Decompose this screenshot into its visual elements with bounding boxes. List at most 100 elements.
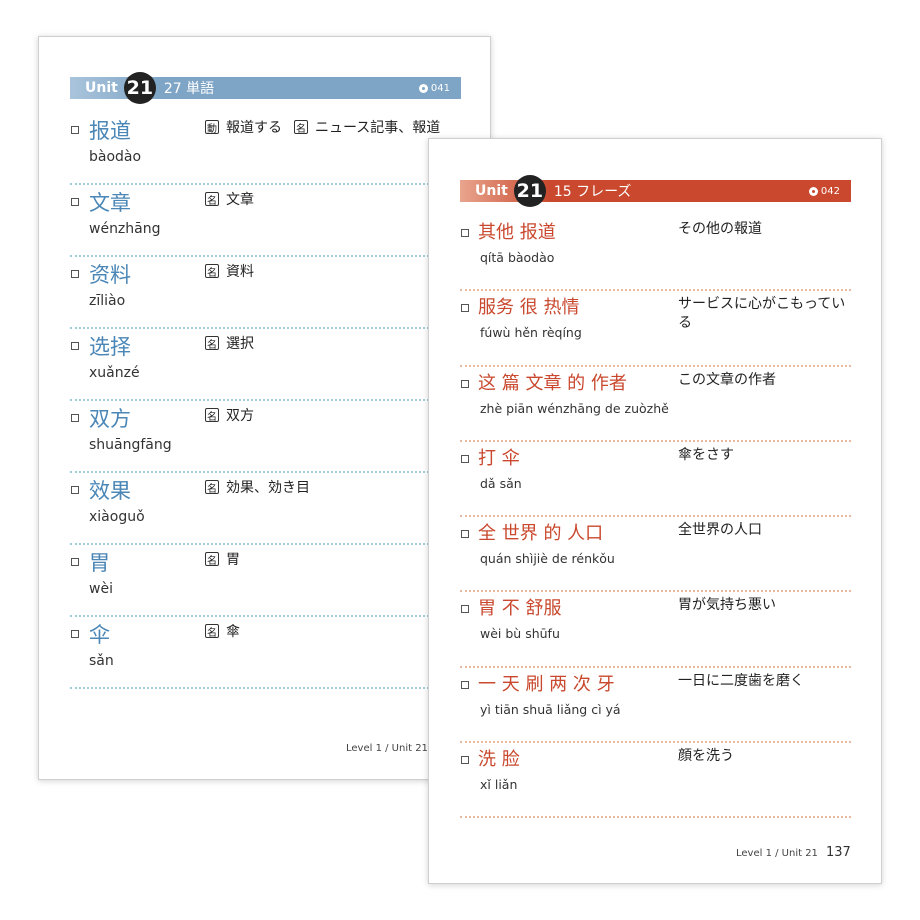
checkbox-icon[interactable] [71,198,79,206]
pinyin: wénzhāng [89,221,161,237]
chinese-phrase: 全 世界 的 人口 [478,523,604,545]
meaning-text: 文章 [226,192,254,208]
track-number: 042 [820,185,840,197]
checkbox-icon[interactable] [461,605,469,614]
meaning: 名 資料 [205,261,254,281]
pinyin: wèi bù shūfu [480,626,560,642]
meaning: 名 選択 [205,333,254,353]
checkbox-icon[interactable] [461,229,469,237]
checkbox-icon[interactable] [461,756,469,765]
checkbox-icon[interactable] [71,630,79,638]
chinese-word: 报道 [89,119,131,143]
pinyin: zhè piān wénzhāng de zuòzhě [480,400,669,416]
pinyin: xuǎnzé [89,365,140,381]
chinese-phrase: 一 天 刷 两 次 牙 [478,673,615,695]
list-item: 文章 wénzhāng 名 文章 [70,185,461,257]
meaning-text: 全世界の人口 [678,522,762,539]
list-item: 报道 bàodào 動 報道する 名 ニュース記事、報道 [70,113,461,185]
list-item: 胃 wèi 名 胃 [70,545,461,617]
checkbox-icon[interactable] [71,342,79,350]
meaning-text: 資料 [226,264,254,280]
meaning-text: 傘をさす [678,446,734,463]
part-of-speech-badge: 名 [205,408,219,423]
vocabulary-page: Unit 21 27 単語 041 报道 bàodào 動 報道する 名 ニュー… [38,36,491,780]
chinese-phrase: 这 篇 文章 的 作者 [478,372,627,394]
meaning-text: 一日に二度歯を磨く [678,672,804,689]
checkbox-icon[interactable] [461,680,469,689]
checkbox-icon[interactable] [461,379,469,388]
list-item: 一 天 刷 两 次 牙 yì tiān shuā liǎng cì yá 一日に… [460,668,851,744]
unit-header-bar: Unit 21 27 単語 041 [70,72,461,104]
checkbox-icon[interactable] [71,558,79,566]
chinese-word: 伞 [89,623,110,647]
unit-label: Unit [85,80,118,96]
pinyin: xǐ liǎn [480,777,518,793]
pinyin: sǎn [89,653,114,669]
list-item: 其他 报道 qítā bàodào その他の報道 [460,216,851,292]
chinese-word: 双方 [89,407,131,431]
track-number: 041 [430,82,450,94]
footer-label: Level 1 / Unit 21 [736,848,818,859]
list-item: 双方 shuāngfāng 名 双方 [70,401,461,473]
meaning-text: その他の報道 [678,221,762,237]
chinese-word: 文章 [89,191,131,215]
pinyin: wèi [89,581,113,597]
checkbox-icon[interactable] [461,454,469,463]
checkbox-icon[interactable] [71,126,79,134]
list-item: 资料 zīliào 名 資料 [70,257,461,329]
section-title: 27 単語 [163,81,215,97]
meaning-text: 胃が気持ち悪い [678,597,776,614]
meaning-text: ニュース記事、報道 [315,120,441,136]
checkbox-icon[interactable] [461,530,469,539]
list-item: 全 世界 的 人口 quán shìjiè de rénkǒu 全世界の人口 [460,517,851,593]
vocabulary-list: 报道 bàodào 動 報道する 名 ニュース記事、報道 文章 wénzhāng… [70,113,461,689]
part-of-speech-badge: 名 [205,192,219,207]
meaning: 名 傘 [205,621,240,641]
meaning-text: 顔を洗う [678,748,734,765]
list-item: 打 伞 dǎ sǎn 傘をさす [460,442,851,518]
meaning: 動 報道する 名 ニュース記事、報道 [205,117,440,137]
page-footer: Level 1 / Unit 21 [346,743,428,754]
page-number: 137 [825,845,851,860]
phrases-page: Unit 21 15 フレーズ 042 其他 报道 qítā bàodào その… [428,138,882,884]
pinyin: quán shìjiè de rénkǒu [480,551,615,567]
part-of-speech-badge: 名 [205,552,219,567]
chinese-phrase: 胃 不 舒服 [478,598,562,620]
audio-track: 042 [808,180,840,202]
audio-cd-icon [808,186,818,196]
pinyin: bàodào [89,149,142,165]
checkbox-icon[interactable] [71,414,79,422]
audio-track: 041 [418,77,450,99]
list-item: 效果 xiàoguǒ 名 効果、効き目 [70,473,461,545]
meaning-text: 選択 [226,336,254,352]
list-item: 伞 sǎn 名 傘 [70,617,461,689]
unit-number-badge: 21 [513,175,546,207]
pinyin: zīliào [89,293,126,309]
section-title: 15 フレーズ [553,184,632,200]
pinyin: qítā bàodào [480,250,555,265]
part-of-speech-badge: 名 [294,120,308,135]
list-item: 选择 xuǎnzé 名 選択 [70,329,461,401]
meaning: 名 文章 [205,189,254,209]
chinese-word: 胃 [89,551,110,575]
chinese-phrase: 打 伞 [478,447,520,469]
meaning-text: 胃 [226,552,240,568]
chinese-word: 选择 [89,335,131,359]
audio-cd-icon [418,83,428,93]
unit-header-bar: Unit 21 15 フレーズ 042 [460,175,851,207]
unit-number-badge: 21 [123,72,156,104]
chinese-phrase: 其他 报道 [478,222,556,243]
list-item: 洗 脸 xǐ liǎn 顔を洗う [460,743,851,819]
chinese-phrase: 洗 脸 [478,749,520,771]
checkbox-icon[interactable] [461,304,469,313]
checkbox-icon[interactable] [71,270,79,278]
page-footer: Level 1 / Unit 21 137 [736,845,851,860]
checkbox-icon[interactable] [71,486,79,494]
pinyin: dǎ sǎn [480,475,522,491]
meaning: 名 効果、効き目 [205,477,310,497]
meaning-text: 傘 [226,624,240,640]
list-item: 服务 很 热情 fúwù hěn rèqíng サービスに心がこもっている [460,291,851,367]
list-item: 胃 不 舒服 wèi bù shūfu 胃が気持ち悪い [460,592,851,668]
pinyin: fúwù hěn rèqíng [480,325,582,341]
phrase-list: 其他 报道 qítā bàodào その他の報道 服务 很 热情 fúwù hě… [460,216,851,819]
